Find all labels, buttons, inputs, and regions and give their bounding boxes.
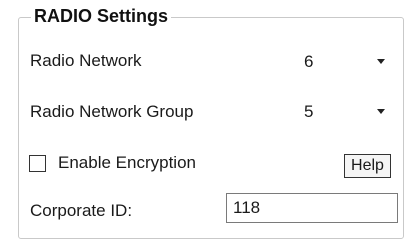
corporate-id-label: Corporate ID: [30,201,133,220]
radio-network-group-select[interactable]: 5 [296,96,394,126]
chevron-down-icon [377,59,385,64]
radio-network-group-label: Radio Network Group [30,102,194,121]
help-button[interactable]: Help [344,154,391,178]
radio-network-group-dropdown-button[interactable] [369,97,393,125]
corporate-id-input[interactable]: 118 [226,193,398,223]
radio-network-value: 6 [304,52,314,71]
chevron-down-icon [377,109,385,114]
radio-network-label: Radio Network [30,51,142,70]
enable-encryption-label[interactable]: Enable Encryption [58,152,196,174]
radio-settings-title: RADIO Settings [31,4,172,28]
enable-encryption-checkbox[interactable] [29,155,46,172]
radio-network-dropdown-button[interactable] [369,47,393,75]
radio-network-select[interactable]: 6 [296,46,394,76]
corporate-id-value: 118 [233,198,261,217]
radio-network-group-value: 5 [304,102,314,121]
